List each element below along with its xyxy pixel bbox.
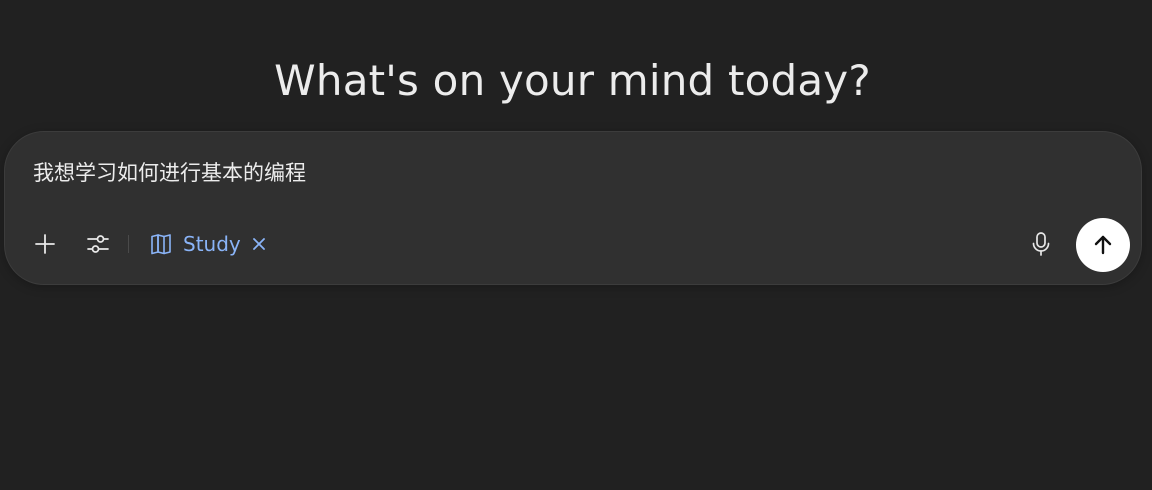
page-headline: What's on your mind today? (274, 56, 871, 106)
prompt-composer[interactable]: 我想学习如何进行基本的编程 Study (4, 131, 1142, 285)
plus-icon (35, 234, 55, 254)
study-mode-label: Study (183, 232, 241, 256)
chat-page: What's on your mind today? 我想学习如何进行基本的编程 (0, 0, 1152, 490)
arrow-up-icon (1094, 235, 1112, 255)
microphone-icon (1032, 232, 1050, 256)
toolbar-divider (128, 235, 129, 253)
add-attachment-button[interactable] (27, 226, 63, 262)
book-open-icon (147, 230, 175, 258)
send-button[interactable] (1076, 218, 1130, 272)
prompt-input[interactable]: 我想学习如何进行基本的编程 (33, 159, 306, 187)
study-mode-chip[interactable]: Study (147, 226, 269, 262)
tools-button[interactable] (80, 226, 116, 262)
remove-study-mode-button[interactable] (249, 234, 269, 254)
sliders-icon (87, 235, 109, 253)
voice-input-button[interactable] (1023, 226, 1059, 262)
close-icon (252, 238, 265, 250)
